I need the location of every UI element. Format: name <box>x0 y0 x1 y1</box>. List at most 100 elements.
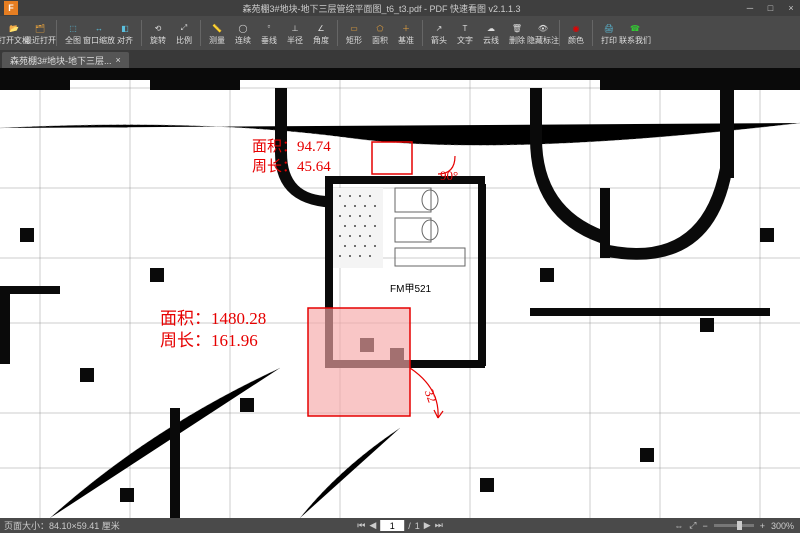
page-next-icon[interactable]: ▶ <box>424 520 431 531</box>
toolbar-icon: ◧ <box>117 20 133 36</box>
toolbar-icon: ↔ <box>91 20 107 36</box>
toolbar-icon: ⬚ <box>65 20 81 36</box>
toolbar-label: 面积 <box>372 36 388 46</box>
toolbar-云线[interactable]: ☁云线 <box>479 20 503 46</box>
toolbar-icon: T <box>457 20 473 36</box>
toolbar-窗口缩放[interactable]: ↔窗口缩放 <box>87 20 111 46</box>
tab-close-icon[interactable]: × <box>116 55 121 65</box>
toolbar-icon: ⬠ <box>372 20 388 36</box>
toolbar-icon: ☎ <box>627 20 643 36</box>
toolbar-label: 打印 <box>601 36 617 46</box>
fit-page-icon[interactable]: ⤢ <box>689 520 696 531</box>
toolbar-删除[interactable]: 🗑删除 <box>505 20 529 46</box>
zoom-slider[interactable] <box>714 524 754 527</box>
maximize-button[interactable]: □ <box>761 3 779 13</box>
toolbar-label: 删除 <box>509 36 525 46</box>
toolbar-打开文档[interactable]: 📂打开文档 <box>2 20 26 46</box>
toolbar-label: 全图 <box>65 36 81 46</box>
zoom-in-icon[interactable]: + <box>760 521 765 531</box>
toolbar-icon: ◯ <box>235 20 251 36</box>
page-size-readout: 页面大小：84.10×59.41 厘米 <box>4 519 120 532</box>
toolbar-联系我们[interactable]: ☎联系我们 <box>623 20 647 46</box>
toolbar-icon: ↗ <box>431 20 447 36</box>
window-controls: ─ □ × <box>741 3 800 13</box>
toolbar-label: 云线 <box>483 36 499 46</box>
toolbar-label: 测量 <box>209 36 225 46</box>
zoom-controls: ⇔ ⤢ − + 300% <box>674 520 794 531</box>
toolbar-测量[interactable]: 📏测量 <box>205 20 229 46</box>
toolbar-角度[interactable]: ∠角度 <box>309 20 333 46</box>
window-title: 森苑棚3#地块-地下三层管综平面图_t6_t3.pdf - PDF 快速看图 v… <box>22 2 741 15</box>
toolbar: 📂打开文档🗂最近打开⬚全图↔窗口缩放◧对齐⟲旋转⤢比例📏测量◯连续⏒垂线⊥半径∠… <box>0 16 800 50</box>
toolbar-icon: ⤢ <box>176 20 192 36</box>
toolbar-面积[interactable]: ⬠面积 <box>368 20 392 46</box>
page-navigator: ⏮ ◀ / 1 ▶ ⏭ <box>357 520 443 531</box>
page-last-icon[interactable]: ⏭ <box>435 520 443 531</box>
toolbar-icon: 🗂 <box>32 20 48 36</box>
zoom-out-icon[interactable]: − <box>702 521 707 531</box>
toolbar-icon: 📂 <box>6 20 22 36</box>
toolbar-label: 半径 <box>287 36 303 46</box>
toolbar-icon: 👁 <box>535 20 551 36</box>
status-bar: 页面大小：84.10×59.41 厘米 ⏮ ◀ / 1 ▶ ⏭ ⇔ ⤢ − + … <box>0 518 800 533</box>
toolbar-icon: ◉ <box>568 20 584 36</box>
toolbar-icon: ＋ <box>398 20 414 36</box>
toolbar-label: 旋转 <box>150 36 166 46</box>
toolbar-颜色[interactable]: ◉颜色 <box>564 20 588 46</box>
toolbar-label: 角度 <box>313 36 329 46</box>
zoom-readout: 300% <box>771 521 794 531</box>
app-logo: F <box>4 1 18 15</box>
toolbar-连续[interactable]: ◯连续 <box>231 20 255 46</box>
toolbar-icon: ⏒ <box>261 20 277 36</box>
toolbar-label: 对齐 <box>117 36 133 46</box>
toolbar-label: 文字 <box>457 36 473 46</box>
toolbar-label: 矩形 <box>346 36 362 46</box>
toolbar-打印[interactable]: 🖨打印 <box>597 20 621 46</box>
toolbar-箭头[interactable]: ↗箭头 <box>427 20 451 46</box>
toolbar-最近打开[interactable]: 🗂最近打开 <box>28 20 52 46</box>
measurement-1: 面积：94.74 周长：45.64 <box>252 138 331 177</box>
toolbar-icon: ⊥ <box>287 20 303 36</box>
toolbar-label: 联系我们 <box>619 36 651 46</box>
measurement-2: 面积：1480.28 周长：161.96 <box>160 308 266 352</box>
toolbar-icon: 🗑 <box>509 20 525 36</box>
toolbar-全图[interactable]: ⬚全图 <box>61 20 85 46</box>
tab-label: 森苑棚3#地块-地下三层... <box>10 54 112 67</box>
toolbar-文字[interactable]: T文字 <box>453 20 477 46</box>
toolbar-icon: 🖨 <box>601 20 617 36</box>
page-sep: / <box>408 521 411 531</box>
room-label: FM甲521 <box>390 280 431 295</box>
toolbar-label: 比例 <box>176 36 192 46</box>
toolbar-旋转[interactable]: ⟲旋转 <box>146 20 170 46</box>
page-total: 1 <box>415 521 420 531</box>
toolbar-icon: ∠ <box>313 20 329 36</box>
page-prev-icon[interactable]: ◀ <box>369 520 376 531</box>
toolbar-隐藏标注[interactable]: 👁隐藏标注 <box>531 20 555 46</box>
toolbar-label: 基准 <box>398 36 414 46</box>
toolbar-垂线[interactable]: ⏒垂线 <box>257 20 281 46</box>
toolbar-label: 垂线 <box>261 36 277 46</box>
measured-area-small <box>372 142 412 174</box>
page-first-icon[interactable]: ⏮ <box>357 520 365 531</box>
toolbar-label: 最近打开 <box>24 36 56 46</box>
toolbar-基准[interactable]: ＋基准 <box>394 20 418 46</box>
toolbar-icon: ▭ <box>346 20 362 36</box>
drawing-canvas[interactable]: 面积：94.74 周长：45.64 面积：1480.28 周长：161.96 9… <box>0 68 800 518</box>
titlebar: F 森苑棚3#地块-地下三层管综平面图_t6_t3.pdf - PDF 快速看图… <box>0 0 800 16</box>
toolbar-icon: 📏 <box>209 20 225 36</box>
close-button[interactable]: × <box>782 3 800 13</box>
minimize-button[interactable]: ─ <box>741 3 759 13</box>
measured-area-highlight <box>308 308 410 416</box>
toolbar-label: 连续 <box>235 36 251 46</box>
document-tab[interactable]: 森苑棚3#地块-地下三层... × <box>2 52 129 68</box>
toolbar-icon: ⟲ <box>150 20 166 36</box>
toolbar-矩形[interactable]: ▭矩形 <box>342 20 366 46</box>
toolbar-label: 隐藏标注 <box>527 36 559 46</box>
toolbar-label: 颜色 <box>568 36 584 46</box>
page-current-input[interactable] <box>380 520 404 531</box>
fit-width-icon[interactable]: ⇔ <box>674 521 683 531</box>
toolbar-比例[interactable]: ⤢比例 <box>172 20 196 46</box>
toolbar-半径[interactable]: ⊥半径 <box>283 20 307 46</box>
toolbar-对齐[interactable]: ◧对齐 <box>113 20 137 46</box>
toolbar-label: 窗口缩放 <box>83 36 115 46</box>
